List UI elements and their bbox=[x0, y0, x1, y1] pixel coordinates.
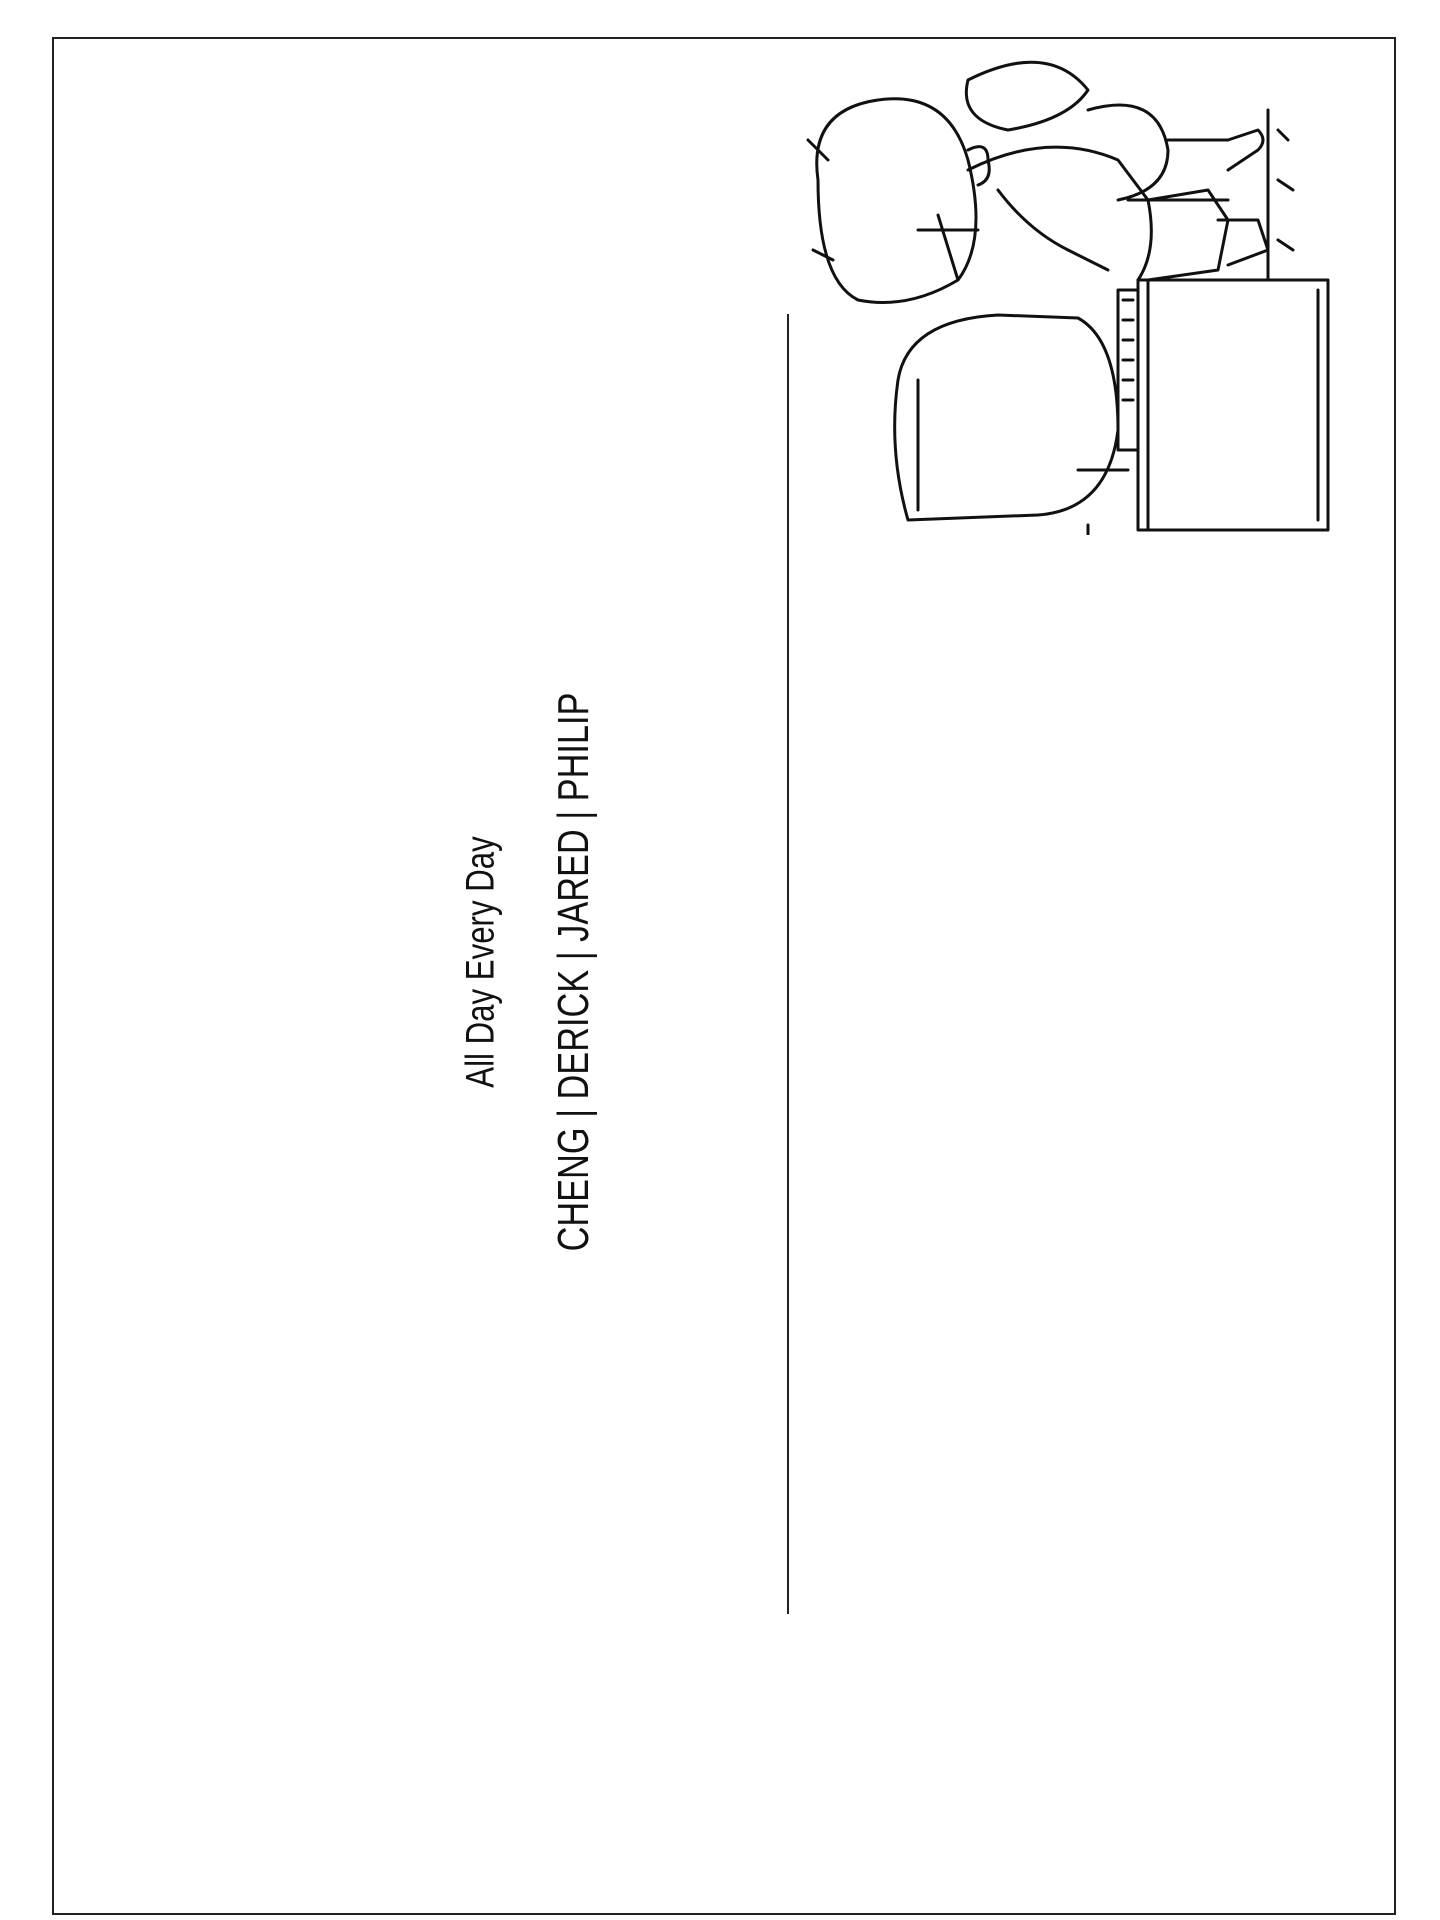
monitor bbox=[893, 313, 1130, 535]
card-title: All Day Every Day bbox=[458, 836, 503, 1088]
desk bbox=[1136, 278, 1330, 532]
chair bbox=[964, 60, 1230, 202]
keyboard bbox=[1116, 288, 1140, 452]
boy-legs bbox=[1146, 128, 1270, 282]
boy-at-computer-illustration bbox=[806, 60, 1330, 535]
floor bbox=[1266, 108, 1295, 282]
boy-head bbox=[806, 97, 991, 304]
boy-body bbox=[966, 145, 1153, 282]
team-names: CHENG | DERICK | JARED | PHILIP bbox=[549, 692, 598, 1252]
glasses bbox=[916, 213, 980, 282]
